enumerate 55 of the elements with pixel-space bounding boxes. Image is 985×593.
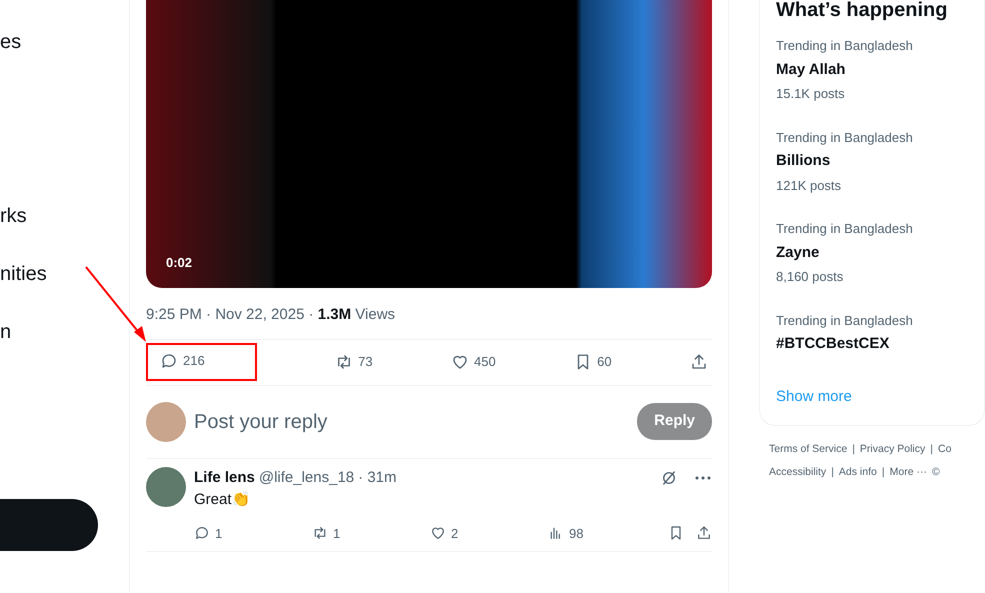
- separator-glyph: |: [882, 465, 885, 480]
- footer-link[interactable]: Accessibility: [769, 465, 826, 481]
- avatar-photo: [146, 402, 186, 442]
- post-timestamp: 9:25 PM · Nov 22, 2025 · 1.3M Views: [146, 305, 396, 325]
- heart-icon: [450, 353, 469, 371]
- trend-post-count: 8,160 posts: [776, 268, 844, 286]
- separator-glyph: |: [852, 442, 855, 456]
- share-icon: [696, 525, 712, 542]
- footer-link[interactable]: ©: [932, 465, 940, 481]
- section-title: What’s happening: [776, 0, 948, 23]
- post-button[interactable]: [0, 499, 98, 551]
- trend-name[interactable]: Zayne: [776, 242, 968, 264]
- slashed-circle-icon[interactable]: [660, 468, 678, 487]
- separator-glyph: |: [831, 465, 834, 480]
- trend-name[interactable]: Billions: [776, 150, 968, 172]
- nav-link-text[interactable]: n: [0, 320, 129, 344]
- nav-link-text[interactable]: rks: [0, 204, 129, 228]
- footer-link[interactable]: Ads info: [838, 465, 877, 481]
- footer-link[interactable]: Co: [938, 442, 952, 458]
- nav-link-text[interactable]: nities: [0, 262, 129, 286]
- repost-icon: [312, 525, 328, 542]
- reply-text: Great👏: [194, 490, 252, 510]
- trend-context: Trending in Bangladesh: [776, 312, 914, 330]
- trend-context: Trending in Bangladesh: [776, 37, 914, 55]
- heart-icon: [430, 525, 446, 542]
- reply-button[interactable]: 1: [194, 524, 312, 543]
- user-name[interactable]: Life lens: [194, 466, 255, 489]
- footer-link[interactable]: Terms of Service: [769, 442, 848, 458]
- views-button[interactable]: 98: [548, 524, 584, 543]
- share-button[interactable]: [690, 353, 708, 371]
- like-button[interactable]: 2: [430, 524, 548, 543]
- user-handle[interactable]: @life_lens_18: [258, 466, 354, 489]
- repost-button[interactable]: 1: [312, 524, 430, 543]
- trend-name[interactable]: May Allah: [776, 58, 968, 81]
- share-button[interactable]: [696, 525, 712, 542]
- avatar-photo: [146, 466, 186, 506]
- video-duration: 0:02: [166, 254, 192, 272]
- trend-context: Trending in Bangladesh: [776, 128, 914, 147]
- repost-button[interactable]: 73: [335, 352, 373, 372]
- trend-name[interactable]: #BTCCBestCEX: [776, 333, 968, 356]
- separator-glyph: |: [930, 442, 934, 456]
- like-button[interactable]: 450: [450, 352, 496, 372]
- trend-context: Trending in Bangladesh: [776, 220, 914, 238]
- trend-post-count: 15.1K posts: [776, 85, 846, 103]
- post-time: · 31m: [358, 468, 396, 488]
- more-icon[interactable]: [694, 474, 712, 481]
- trend-post-count: 121K posts: [776, 176, 842, 195]
- speech-bubble-icon: [194, 525, 210, 542]
- footer-link[interactable]: More ···: [890, 465, 927, 481]
- bookmark-button[interactable]: 60: [574, 352, 612, 372]
- reply-button[interactable]: 216: [146, 343, 257, 381]
- share-icon: [690, 353, 708, 371]
- nav-link-text[interactable]: es: [0, 30, 129, 54]
- speech-bubble-icon: [160, 352, 178, 370]
- footer-link[interactable]: Privacy Policy: [860, 442, 926, 458]
